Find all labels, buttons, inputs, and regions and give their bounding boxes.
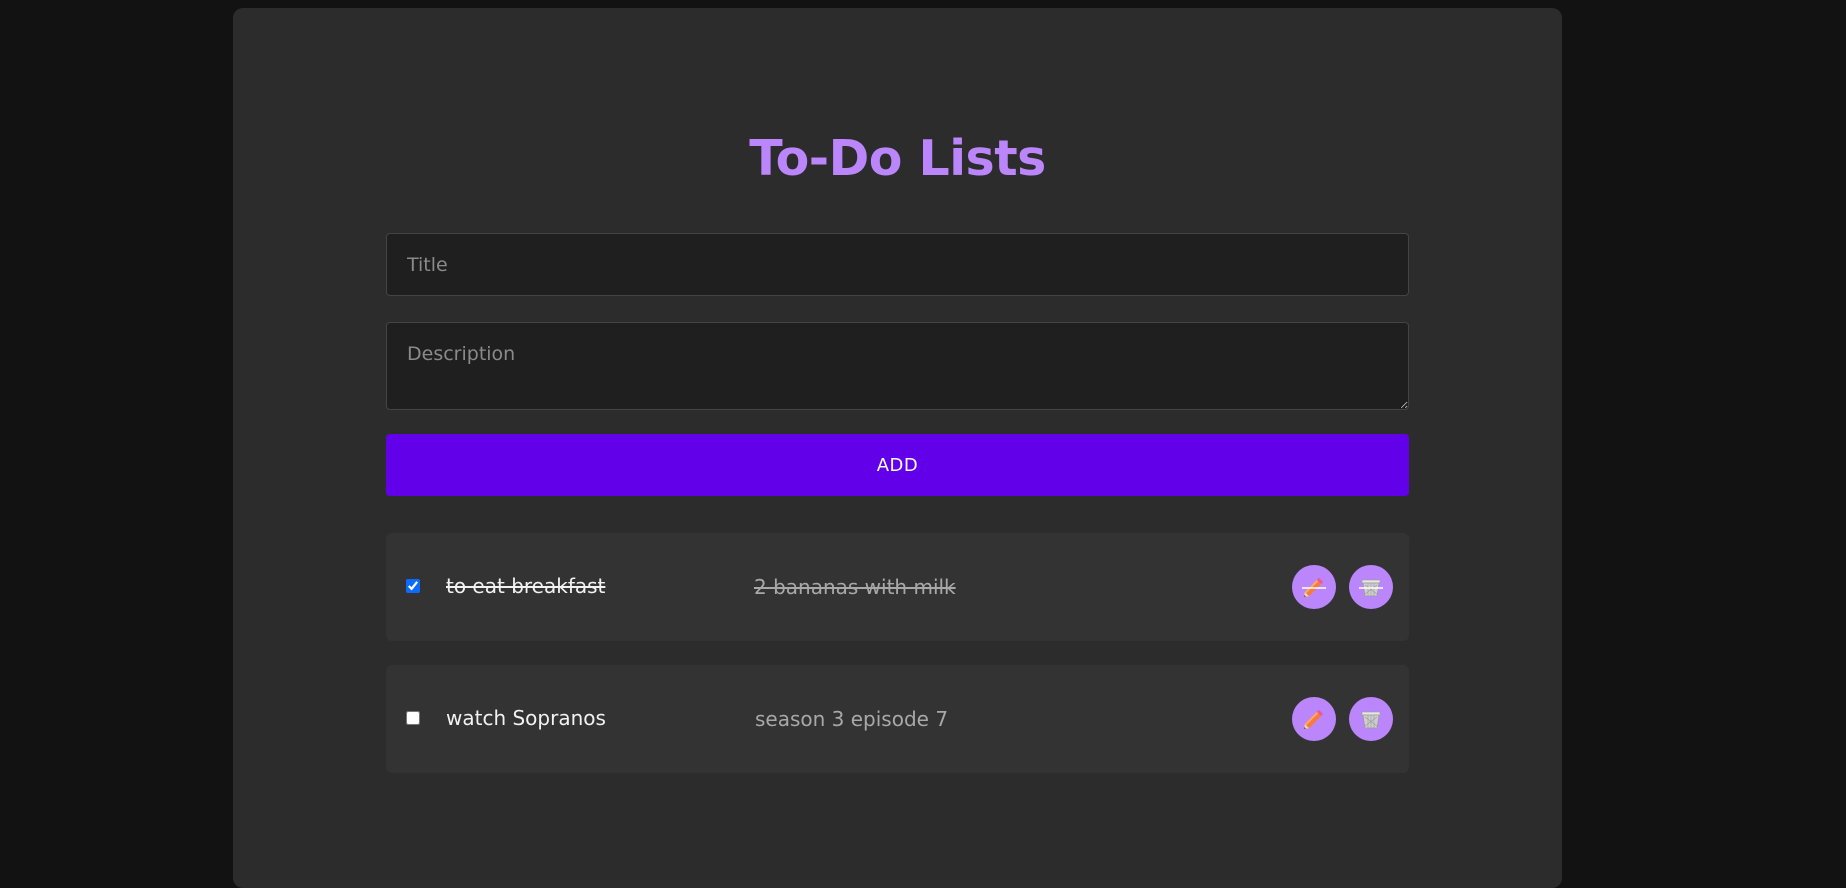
wastebasket-icon	[1361, 711, 1381, 729]
pencil-icon	[1302, 577, 1326, 597]
wastebasket-icon	[1359, 579, 1383, 597]
todo-app-panel: To-Do Lists ADD to eat breakfast 2 banan…	[233, 8, 1562, 888]
todo-item: to eat breakfast 2 bananas with milk	[386, 533, 1409, 641]
todo-description: 2 bananas with milk	[754, 575, 956, 599]
todo-title: to eat breakfast	[446, 574, 606, 598]
todo-description: season 3 episode 7	[755, 707, 949, 731]
description-input[interactable]	[386, 322, 1409, 410]
page-title: To-Do Lists	[749, 130, 1046, 187]
delete-button[interactable]	[1349, 565, 1393, 609]
todo-checkbox[interactable]	[406, 579, 420, 593]
delete-button[interactable]	[1349, 697, 1393, 741]
todo-checkbox[interactable]	[406, 711, 420, 725]
todo-item: watch Sopranos season 3 episode 7	[386, 665, 1409, 773]
todo-title: watch Sopranos	[446, 706, 606, 730]
edit-button[interactable]	[1292, 565, 1336, 609]
add-button[interactable]: ADD	[386, 434, 1409, 496]
edit-button[interactable]	[1292, 697, 1336, 741]
title-input[interactable]	[386, 233, 1409, 296]
pencil-icon	[1304, 709, 1324, 729]
